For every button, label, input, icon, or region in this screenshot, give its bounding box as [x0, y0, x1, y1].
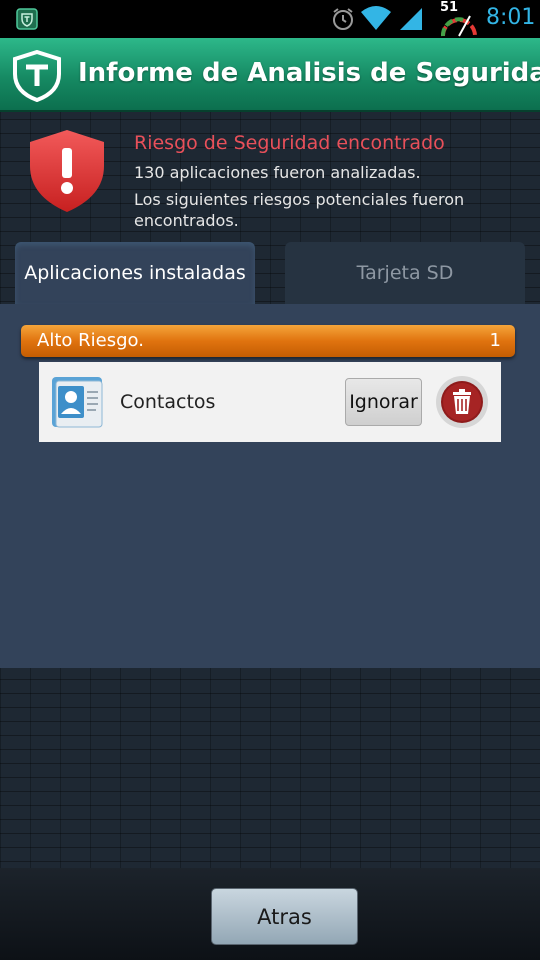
battery-gauge-icon — [441, 15, 477, 37]
signal-icon — [400, 8, 422, 30]
app-name: Contactos — [120, 391, 216, 413]
shield-t-logo-icon — [13, 50, 61, 102]
contacts-icon — [52, 377, 103, 428]
shield-alert-icon — [30, 130, 104, 212]
list-item[interactable]: Contactos Ignorar — [39, 362, 501, 442]
ignore-button[interactable]: Ignorar — [345, 378, 422, 426]
risks-found-text: Los siguientes riesgos potenciales fuero… — [134, 190, 465, 209]
high-risk-label: Alto Riesgo. — [37, 330, 144, 351]
tab-sd-card[interactable]: Tarjeta SD — [285, 242, 525, 304]
high-risk-header[interactable]: Alto Riesgo. 1 — [21, 325, 515, 357]
clock: 8:01 — [486, 5, 536, 30]
title-bar: Informe de Analisis de Seguridad — [0, 38, 540, 112]
risks-found-text-cont: encontrados. — [134, 211, 239, 230]
back-button[interactable]: Atras — [211, 888, 358, 945]
tab-installed-apps[interactable]: Aplicaciones instaladas — [15, 242, 255, 304]
delete-button[interactable] — [436, 376, 488, 428]
high-risk-count: 1 — [489, 330, 501, 351]
results-panel — [0, 304, 540, 668]
apps-analyzed-text: 130 aplicaciones fueron analizadas. — [134, 163, 421, 182]
wifi-icon — [361, 6, 391, 30]
alarm-icon — [333, 8, 353, 30]
page-title: Informe de Analisis de Seguridad — [78, 58, 540, 88]
trash-icon — [441, 381, 483, 423]
risk-found-title: Riesgo de Seguridad encontrado — [134, 132, 445, 154]
app-notification-icon — [16, 8, 38, 30]
status-bar: 51 8:01 — [0, 0, 540, 38]
